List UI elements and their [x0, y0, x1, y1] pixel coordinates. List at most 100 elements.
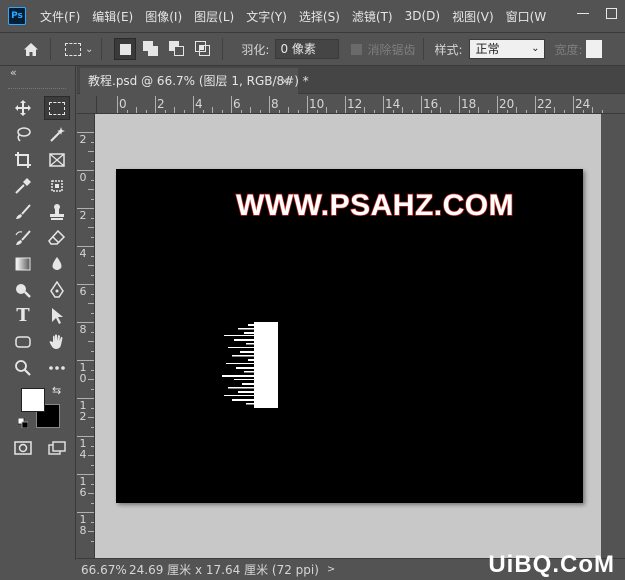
menu-layer[interactable]: 图层(L)	[188, 8, 240, 25]
ruler-v-minor-tick	[91, 141, 94, 143]
magic-wand-tool-icon[interactable]	[44, 122, 70, 146]
style-select[interactable]: 正常 ⌄	[468, 39, 545, 59]
style-value: 正常	[475, 42, 500, 56]
ruler-h-label: 22	[537, 97, 553, 111]
document-tab[interactable]: 教程.psd @ 66.7% (图层 1, RGB/8#) * ×	[80, 68, 309, 94]
ruler-h-minor-tick	[478, 107, 479, 113]
ruler-v-label: 1 2	[79, 399, 87, 423]
more-tools-icon[interactable]	[44, 356, 70, 380]
feather-input[interactable]: 0 像素	[275, 39, 340, 59]
ruler-origin[interactable]	[77, 96, 97, 114]
crop-tool-icon[interactable]	[10, 148, 36, 172]
menu-filter[interactable]: 滤镜(T)	[346, 8, 399, 25]
horizontal-ruler[interactable]: 0 2 4 6 8 10 12 14 16 18 20 22 24	[97, 96, 625, 114]
menu-3d[interactable]: 3D(D)	[399, 9, 446, 23]
lasso-tool-icon[interactable]	[10, 122, 36, 146]
vertical-scrollbar[interactable]	[601, 114, 625, 558]
menu-view[interactable]: 视图(V)	[446, 8, 500, 25]
ruler-v-tick	[77, 360, 94, 361]
menu-select[interactable]: 选择(S)	[293, 8, 346, 25]
ruler-v-minor-tick	[88, 303, 94, 304]
minimize-icon[interactable]	[577, 13, 589, 14]
zoom-level[interactable]: 66.67%	[77, 563, 127, 577]
ruler-h-tick	[117, 96, 118, 113]
ruler-v-minor-tick	[91, 255, 94, 257]
dodge-tool-icon[interactable]	[10, 278, 36, 302]
options-bar: ⌄ 羽化: 0 像素 消除锯齿 样式: 正常 ⌄ 宽度:	[0, 32, 625, 66]
ruler-h-tick	[193, 96, 194, 113]
eraser-tool-icon[interactable]	[44, 226, 70, 250]
menu-image[interactable]: 图像(I)	[139, 8, 188, 25]
ruler-v-label: 2	[79, 133, 87, 146]
clone-stamp-tool-icon[interactable]	[44, 200, 70, 224]
ruler-v-minor-tick	[91, 464, 94, 466]
ruler-v-label: 4	[79, 247, 87, 260]
rectangular-marquee-icon[interactable]	[65, 42, 81, 56]
ruler-h-minor-tick	[240, 110, 242, 113]
ruler-h-label: 14	[385, 97, 401, 111]
ruler-h-label: 24	[575, 97, 591, 111]
collapse-panel-icon[interactable]: «	[10, 66, 17, 79]
ruler-h-tick	[383, 96, 384, 113]
zoom-tool-icon[interactable]	[10, 356, 36, 380]
foreground-color-swatch[interactable]	[21, 388, 45, 412]
ruler-h-label: 18	[461, 97, 477, 111]
menu-edit[interactable]: 编辑(E)	[86, 8, 139, 25]
path-selection-tool-icon[interactable]	[44, 304, 70, 328]
home-button[interactable]	[20, 38, 42, 60]
brush-tool-icon[interactable]	[10, 200, 36, 224]
chevron-down-icon[interactable]: ⌄	[85, 44, 93, 55]
history-brush-tool-icon[interactable]	[10, 226, 36, 250]
ruler-h-minor-tick	[525, 110, 527, 113]
ruler-v-minor-tick	[88, 151, 94, 152]
quick-mask-icon[interactable]	[10, 436, 36, 460]
type-tool-icon[interactable]: T	[10, 304, 36, 328]
ruler-v-tick	[77, 170, 94, 171]
width-input[interactable]	[585, 40, 602, 58]
chevron-right-icon[interactable]: >	[327, 564, 335, 575]
pen-tool-icon[interactable]	[44, 278, 70, 302]
vertical-ruler[interactable]: 2 0 2 4 6 8 1 0 1 2 1 4 1 6 1 8	[77, 114, 95, 558]
menu-type[interactable]: 文字(Y)	[240, 8, 293, 25]
hand-tool-icon[interactable]	[44, 330, 70, 354]
menu-file[interactable]: 文件(F)	[34, 8, 86, 25]
ruler-h-minor-tick	[174, 107, 175, 113]
default-colors-icon[interactable]	[18, 418, 28, 428]
ruler-v-minor-tick	[91, 483, 94, 485]
move-tool-icon[interactable]	[10, 96, 36, 120]
ruler-h-label: 12	[347, 97, 363, 111]
ruler-v-minor-tick	[91, 369, 94, 371]
document-canvas[interactable]: WWW.PSAHZ.COM	[116, 169, 583, 503]
divider	[50, 38, 51, 60]
new-selection-button[interactable]	[114, 38, 137, 60]
ruler-h-minor-tick	[392, 110, 394, 113]
screen-mode-icon[interactable]	[44, 436, 70, 460]
ruler-h-minor-tick	[468, 110, 470, 113]
subtract-from-selection-button[interactable]	[166, 38, 188, 60]
intersect-selection-button[interactable]	[192, 38, 214, 60]
antialias-label: 消除锯齿	[367, 42, 416, 57]
rectangular-marquee-tool-icon[interactable]	[44, 96, 70, 120]
eyedropper-tool-icon[interactable]	[10, 174, 36, 198]
maximize-icon[interactable]	[606, 8, 617, 19]
add-to-selection-button[interactable]	[140, 38, 162, 60]
ruler-h-label: 0	[119, 97, 127, 111]
panel-grip[interactable]	[8, 88, 66, 90]
ruler-v-minor-tick	[88, 531, 94, 532]
antialias-checkbox[interactable]: 消除锯齿	[351, 41, 415, 58]
ruler-h-label: 2	[157, 97, 165, 111]
gradient-tool-icon[interactable]	[10, 252, 36, 276]
rectangle-tool-icon[interactable]	[10, 330, 36, 354]
ruler-h-minor-tick	[601, 110, 603, 113]
swap-colors-icon[interactable]: ⇆	[52, 384, 61, 397]
ruler-v-minor-tick	[91, 160, 94, 162]
close-icon[interactable]: ×	[280, 68, 290, 94]
ruler-h-minor-tick	[136, 107, 137, 113]
blur-tool-icon[interactable]	[44, 252, 70, 276]
spot-healing-tool-icon[interactable]	[44, 174, 70, 198]
menu-window[interactable]: 窗口(W	[500, 8, 553, 25]
ruler-v-minor-tick	[88, 379, 94, 380]
frame-tool-icon[interactable]	[44, 148, 70, 172]
photoshop-logo-icon[interactable]: Ps	[8, 7, 26, 25]
ruler-v-minor-tick	[91, 312, 94, 314]
